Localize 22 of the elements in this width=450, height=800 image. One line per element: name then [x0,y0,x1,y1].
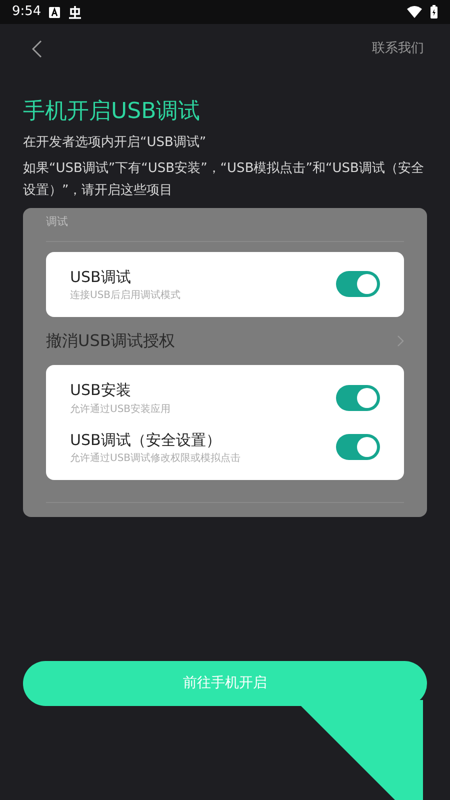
setting-description: 允许通过USB安装应用 [70,402,171,416]
toggle-switch[interactable] [336,384,380,411]
setting-title: USB调试 [70,266,132,288]
setting-description: 连接USB后启用调试模式 [70,288,181,303]
wifi-icon [407,6,422,18]
contact-us-link[interactable]: 联系我们 [372,39,424,59]
back-icon[interactable] [32,40,42,58]
battery-icon [430,5,438,19]
setting-title: USB调试（安全设置） [70,430,222,450]
notification-icon [49,6,60,18]
toggle-switch[interactable] [336,271,380,298]
setting-description: 允许通过USB调试修改权限或模拟点击 [70,452,241,466]
setting-title: USB安装 [70,380,132,401]
page-title: 手机开启USB调试 [23,98,202,126]
section-label: 调试 [46,208,404,242]
setting-title: 撤消USB调试授权 [46,330,175,352]
status-time: 9:54 [12,3,42,22]
chevron-right-icon [397,335,404,347]
toggle-switch[interactable] [336,434,380,460]
settings-link-row[interactable]: 撤消USB调试授权 [46,327,404,355]
instruction-text: 在开发者选项内开启“USB调试” [23,134,208,152]
instruction-text: 如果“USB调试”下有“USB安装”，“USB模拟点击”和“USB调试（安全设置）”，请开启这些项目 [23,160,425,200]
